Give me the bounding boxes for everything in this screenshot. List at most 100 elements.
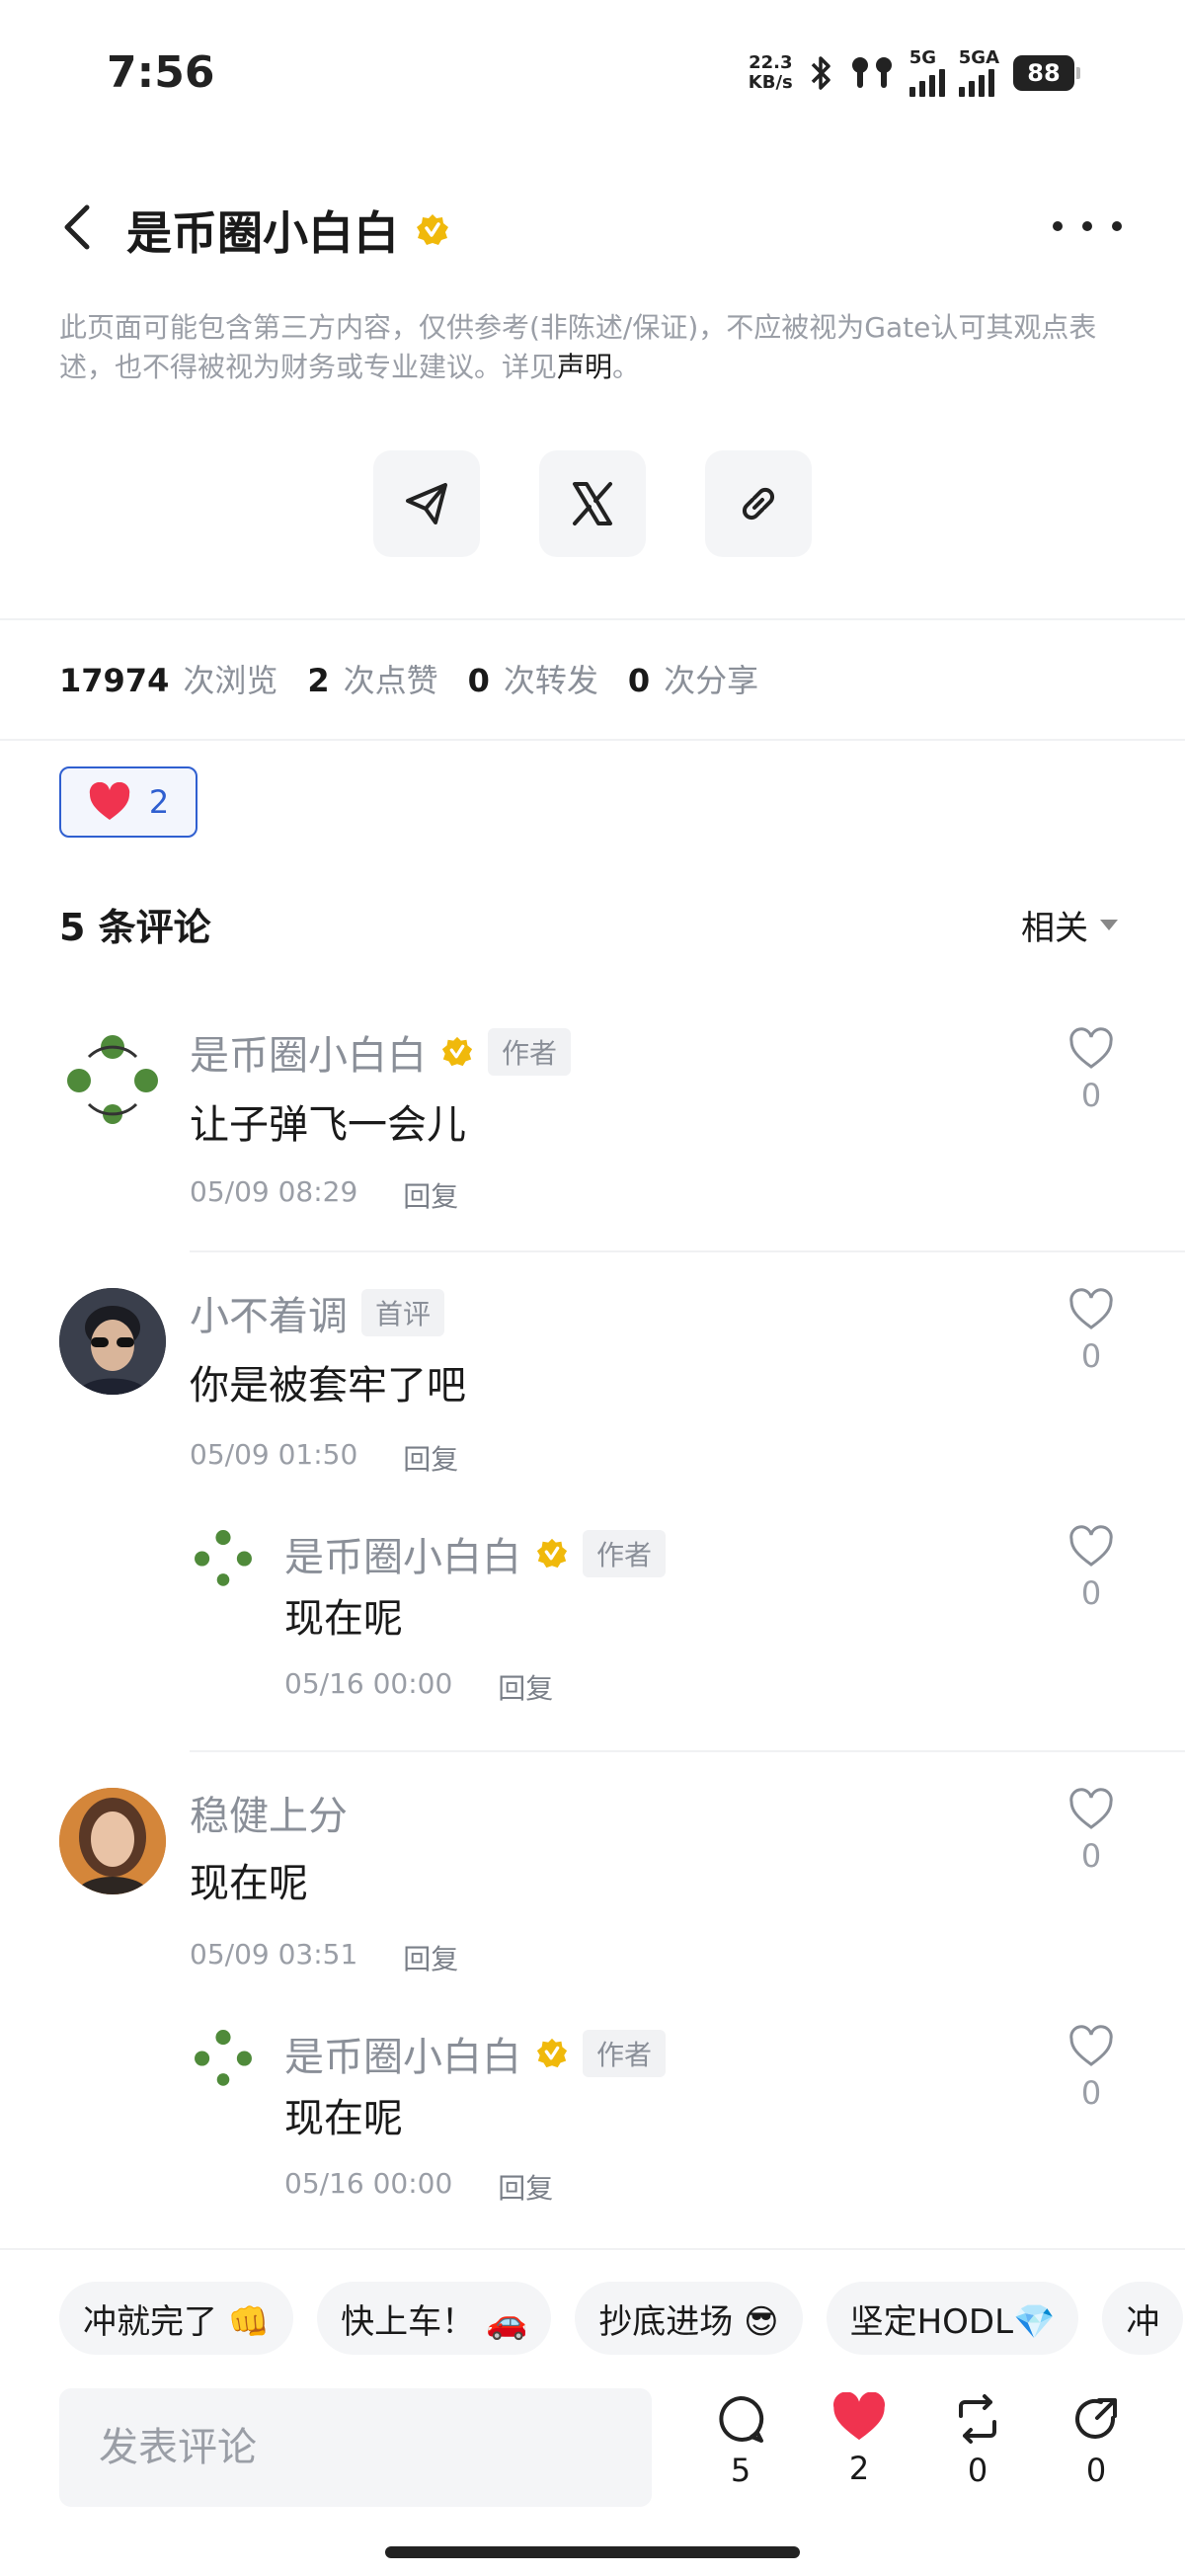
- avatar[interactable]: [59, 1288, 166, 1395]
- share-telegram-button[interactable]: [373, 450, 480, 557]
- like-action-button[interactable]: 2: [800, 2392, 918, 2489]
- caret-down-icon: [1100, 920, 1118, 930]
- comment-author-row: 稳健上分: [190, 1784, 348, 1841]
- quick-reply-chip[interactable]: 抄底进场 😎: [575, 2282, 803, 2355]
- quick-reply-chip[interactable]: 冲: [1102, 2282, 1184, 2355]
- author-badge: 作者: [583, 2030, 667, 2077]
- avatar[interactable]: [59, 1027, 166, 1134]
- reply-button[interactable]: 回复: [403, 1438, 458, 1478]
- share-action-count: 0: [1085, 2452, 1107, 2489]
- comment-author-name[interactable]: 稳健上分: [190, 1784, 348, 1841]
- comment-time: 05/16 00:00: [284, 2167, 453, 2200]
- comment-like-count: 0: [1080, 1337, 1102, 1375]
- divider: [0, 618, 1185, 620]
- telegram-icon: [406, 483, 447, 524]
- comment-item: 是币圈小白白 作者 让子弹飞一会儿 05/09 08:29 回复 0: [0, 1017, 1185, 1254]
- chevron-left-icon: [64, 204, 90, 250]
- comment-meta: 05/09 08:29 回复: [190, 1175, 458, 1215]
- reply-button[interactable]: 回复: [403, 1938, 458, 1977]
- link-icon: [742, 487, 775, 521]
- likes-count: 2: [307, 662, 330, 699]
- heart-outline-icon: [1069, 1525, 1113, 1567]
- comment-action-button[interactable]: 5: [681, 2392, 800, 2489]
- reposts-count: 0: [467, 662, 490, 699]
- comment-like-button[interactable]: 0: [1057, 1788, 1126, 1875]
- page-header: 是币圈小白白: [0, 178, 1185, 277]
- share-icon: [1075, 2398, 1117, 2439]
- comment-text: 让子弹飞一会儿: [190, 1102, 466, 1148]
- avatar[interactable]: [59, 1788, 166, 1894]
- dot-icon: [1082, 221, 1092, 231]
- pepe-avatar-icon: [61, 1029, 164, 1132]
- comment-text: 你是被套牢了吧: [190, 1363, 466, 1409]
- status-time: 7:56: [107, 47, 215, 98]
- home-indicator: [385, 2546, 800, 2558]
- comment-author-row: 是币圈小白白 作者: [284, 1525, 667, 1582]
- share-action-button[interactable]: 0: [1037, 2392, 1155, 2489]
- reposts-label: 次转发: [503, 662, 598, 699]
- status-bar: 7:56 22.3 KB/s 5G 5GA 88: [0, 0, 1185, 148]
- verified-badge-icon: [536, 1538, 568, 1569]
- reply-item: 是币圈小白白 作者 现在呢 05/16 00:00 回复 0: [0, 2017, 1185, 2214]
- x-logo-icon: [573, 482, 612, 525]
- author-badge: 作者: [488, 1028, 572, 1076]
- comment-like-button[interactable]: 0: [1057, 1027, 1126, 1114]
- comment-item: 稳健上分 现在呢 05/09 03:51 回复 0: [0, 1780, 1185, 2007]
- comment-time: 05/09 03:51: [190, 1938, 358, 1971]
- shares-count: 0: [627, 662, 651, 699]
- comments-count: 5 条评论: [59, 906, 211, 949]
- comment-author-row: 是币圈小白白 作者: [284, 2025, 667, 2082]
- quick-reply-chip[interactable]: 快上车！ 🚗: [317, 2282, 552, 2355]
- comment-author-row: 小不着调 首评: [190, 1284, 445, 1341]
- comment-time: 05/09 01:50: [190, 1438, 358, 1471]
- quick-reply-chip[interactable]: 冲就完了 👊: [59, 2282, 294, 2355]
- comment-text: 现在呢: [284, 1596, 403, 1642]
- sort-dropdown[interactable]: 相关: [1021, 901, 1118, 949]
- comment-author-name[interactable]: 是币圈小白白: [284, 2025, 521, 2082]
- post-stats: 17974 次浏览 2 次点赞 0 次转发 0 次分享: [59, 656, 788, 701]
- dot-icon: [1053, 221, 1063, 231]
- heart-outline-icon: [1069, 1788, 1113, 1829]
- status-icons: 22.3 KB/s 5G 5GA 88: [749, 49, 1080, 97]
- comment-author-name[interactable]: 是币圈小白白: [284, 1525, 521, 1582]
- avatar[interactable]: [190, 2025, 257, 2092]
- comment-meta: 05/09 01:50 回复: [190, 1438, 458, 1478]
- verified-badge-icon: [417, 214, 448, 245]
- quick-reply-chip[interactable]: 坚定HODL💎: [826, 2282, 1079, 2355]
- reply-button[interactable]: 回复: [498, 2167, 553, 2207]
- reply-item: 是币圈小白白 作者 现在呢 05/16 00:00 回复 0: [0, 1517, 1185, 1715]
- post-actions: 5 2 0 0: [681, 2392, 1155, 2489]
- share-x-button[interactable]: [539, 450, 646, 557]
- network-speed: 22.3 KB/s: [749, 53, 793, 93]
- comment-meta: 05/16 00:00 回复: [284, 2167, 553, 2207]
- signal-bars-icon: [908, 67, 945, 97]
- comment-divider: [190, 1750, 1185, 1752]
- repost-action-button[interactable]: 0: [918, 2392, 1037, 2489]
- divider: [0, 2248, 1185, 2250]
- page-title: 是币圈小白白: [126, 206, 399, 260]
- comment-author-name[interactable]: 是币圈小白白: [190, 1023, 427, 1081]
- back-button[interactable]: [55, 200, 105, 255]
- comment-input[interactable]: [59, 2388, 652, 2507]
- more-options-button[interactable]: [1053, 201, 1122, 251]
- heart-icon: [833, 2392, 885, 2441]
- network-speed-value: 22.3: [749, 52, 793, 73]
- copy-link-button[interactable]: [705, 450, 812, 557]
- comment-meta: 05/09 03:51 回复: [190, 1938, 458, 1977]
- comment-like-button[interactable]: 0: [1057, 1525, 1126, 1612]
- comment-like-button[interactable]: 0: [1057, 1288, 1126, 1375]
- comment-like-button[interactable]: 0: [1057, 2025, 1126, 2112]
- shares-label: 次分享: [664, 662, 759, 699]
- disclaimer-link[interactable]: 声明: [557, 351, 612, 383]
- avatar[interactable]: [190, 1525, 257, 1592]
- reply-button[interactable]: 回复: [498, 1667, 553, 1707]
- heart-reaction-button[interactable]: 2: [59, 766, 198, 838]
- likes-label: 次点赞: [343, 662, 438, 699]
- reply-button[interactable]: 回复: [403, 1175, 458, 1215]
- comment-item: 小不着调 首评 你是被套牢了吧 05/09 01:50 回复 0: [0, 1280, 1185, 1507]
- comment-text: 现在呢: [284, 2096, 403, 2141]
- comment-author-name[interactable]: 小不着调: [190, 1284, 348, 1341]
- user-photo-avatar-icon: [59, 1788, 166, 1894]
- quick-reply-row: 冲就完了 👊 快上车！ 🚗 抄底进场 😎 坚定HODL💎 冲: [59, 2282, 1185, 2355]
- battery-indicator: 88: [1013, 55, 1080, 91]
